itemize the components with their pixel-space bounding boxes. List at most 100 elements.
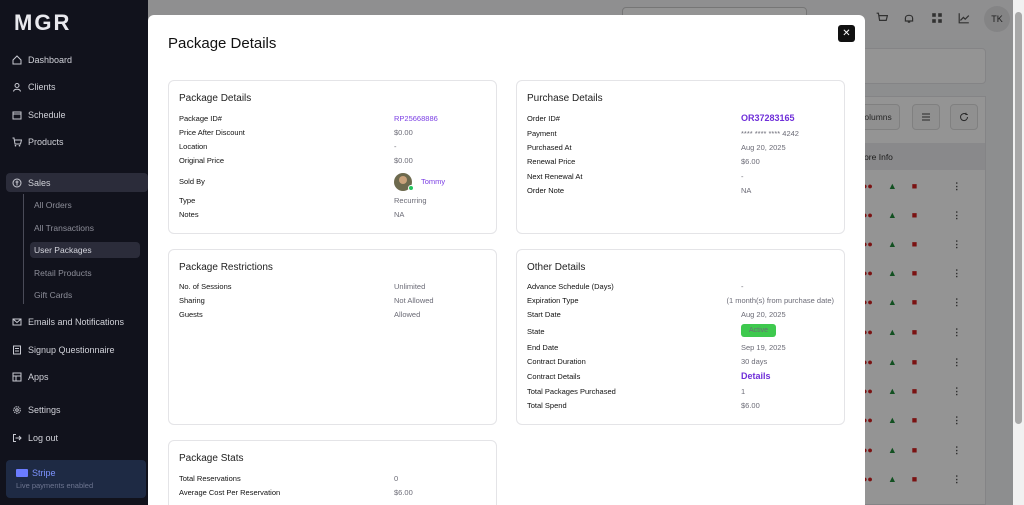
sidebar-item-products[interactable]: Products: [12, 135, 64, 149]
contract-details-link[interactable]: Details: [741, 371, 771, 381]
detail-row: Original Price $0.00: [179, 156, 486, 168]
detail-row: Guests Allowed: [179, 310, 486, 322]
row-value: Aug 20, 2025: [741, 143, 786, 152]
sales-icon: [12, 178, 22, 188]
package-stats-card: Package Stats Total Reservations 0 Averag…: [168, 440, 497, 505]
row-label: State: [527, 327, 545, 336]
sidebar-item-label: Settings: [28, 405, 61, 415]
row-label: Original Price: [179, 156, 225, 165]
row-value: Unlimited: [394, 282, 426, 291]
sidebar-item-settings[interactable]: Settings: [12, 403, 61, 417]
sidebar-item-label: Log out: [28, 433, 59, 443]
apps-icon: [12, 372, 22, 382]
sidebar-item-logout[interactable]: Log out: [12, 431, 58, 445]
detail-row: Expiration Type (1 month(s) from purchase…: [527, 296, 834, 308]
row-label: Sold By: [179, 177, 205, 186]
row-value: -: [741, 172, 744, 181]
row-label: Expiration Type: [527, 296, 579, 305]
purchase-details-card: Purchase Details Order ID# OR37283165 Pay…: [516, 80, 845, 234]
card-title: Package Details: [179, 93, 252, 104]
detail-row: Next Renewal At -: [527, 172, 834, 184]
sidebar-item-schedule[interactable]: Schedule: [12, 108, 66, 122]
detail-row: Order Note NA: [527, 186, 834, 198]
row-value: 0: [394, 474, 399, 483]
detail-row: Sold By Tommy: [179, 173, 486, 191]
sidebar-item-apps[interactable]: Apps: [12, 370, 49, 384]
row-value: $6.00: [741, 157, 760, 166]
form-icon: [13, 345, 21, 355]
app-logo: MGR: [14, 10, 72, 35]
sidebar-item-signup-questionnaire[interactable]: Signup Questionnaire: [12, 343, 115, 357]
row-value: Aug 20, 2025: [741, 310, 786, 319]
sidebar-item-label: Products: [28, 137, 64, 147]
row-label: Contract Details: [527, 372, 581, 381]
row-value: NA: [394, 210, 405, 219]
home-icon: [12, 55, 22, 65]
row-value: $0.00: [394, 128, 413, 137]
stripe-status-text: Live payments enabled: [16, 481, 94, 490]
close-icon: ✕: [842, 28, 851, 39]
card-title: Package Restrictions: [179, 262, 273, 273]
online-status-dot: [408, 185, 414, 191]
detail-row: Notes NA: [179, 210, 486, 222]
row-label: Total Reservations: [179, 474, 241, 483]
stripe-title: Stripe: [32, 468, 56, 478]
row-label: Next Renewal At: [527, 172, 583, 181]
sidebar-item-label: Clients: [28, 82, 56, 92]
submenu-item-all-orders[interactable]: All Orders: [34, 200, 72, 210]
package-details-card: Package Details Package ID# RP25668886 Pr…: [168, 80, 497, 234]
other-details-card: Other Details Advance Schedule (Days) - E…: [516, 249, 845, 425]
user-icon: [13, 83, 21, 92]
row-value: $6.00: [394, 488, 413, 497]
sidebar-item-emails[interactable]: Emails and Notifications: [12, 315, 124, 329]
row-value: -: [394, 142, 397, 151]
row-value: NA: [741, 186, 752, 195]
submenu-item-gift-cards[interactable]: Gift Cards: [34, 290, 72, 300]
sidebar-item-clients[interactable]: Clients: [12, 80, 56, 94]
modal-title: Package Details: [168, 35, 277, 52]
calendar-icon: [12, 111, 22, 120]
sidebar-item-label: Emails and Notifications: [28, 317, 125, 327]
row-label: End Date: [527, 343, 559, 352]
detail-row: Renewal Price $6.00: [527, 157, 834, 169]
scrollbar-thumb[interactable]: [1015, 12, 1022, 424]
row-label: Location: [179, 142, 208, 151]
card-title: Purchase Details: [527, 93, 603, 104]
submenu-item-retail-products[interactable]: Retail Products: [34, 268, 92, 278]
row-label: Average Cost Per Reservation: [179, 488, 281, 497]
row-label: Start Date: [527, 310, 561, 319]
package-id-value[interactable]: RP25668886: [394, 114, 438, 123]
sidebar-item-dashboard[interactable]: Dashboard: [12, 53, 72, 67]
detail-row: Start Date Aug 20, 2025: [527, 310, 834, 322]
logout-icon: [13, 434, 22, 442]
detail-row: Contract Duration 30 days: [527, 357, 834, 369]
row-label: Purchased At: [527, 143, 572, 152]
sidebar: MGR Dashboard Clients Schedule Products …: [0, 0, 148, 505]
detail-row: Purchased At Aug 20, 2025: [527, 143, 834, 155]
row-label: Sharing: [179, 296, 205, 305]
close-button[interactable]: ✕: [838, 25, 855, 42]
submenu-item-all-transactions[interactable]: All Transactions: [34, 223, 94, 233]
detail-row: Average Cost Per Reservation $6.00: [179, 488, 486, 500]
order-id-link[interactable]: OR37283165: [741, 113, 795, 123]
sold-by-link[interactable]: Tommy: [421, 177, 445, 186]
detail-row: Sharing Not Allowed: [179, 296, 486, 308]
row-value: $6.00: [741, 401, 760, 410]
row-value: Allowed: [394, 310, 421, 319]
sidebar-item-sales[interactable]: Sales: [12, 176, 51, 190]
row-value: 1: [741, 387, 746, 396]
package-details-modal: Package Details ✕ Package Details Packag…: [148, 15, 865, 505]
row-value: 30 days: [741, 357, 768, 366]
sidebar-item-label: Dashboard: [28, 55, 73, 65]
row-label: Total Packages Purchased: [527, 387, 616, 396]
stripe-icon: [16, 469, 28, 477]
detail-row: Location -: [179, 142, 486, 154]
row-label: Package ID#: [179, 114, 222, 123]
cart-icon: [12, 137, 22, 147]
status-badge: Active: [741, 324, 777, 337]
submenu-item-user-packages[interactable]: User Packages: [34, 245, 92, 255]
gear-icon: [13, 406, 21, 414]
row-label: Notes: [179, 210, 199, 219]
detail-row: State Active: [527, 324, 834, 339]
stripe-status-box[interactable]: Stripe Live payments enabled: [6, 460, 146, 498]
